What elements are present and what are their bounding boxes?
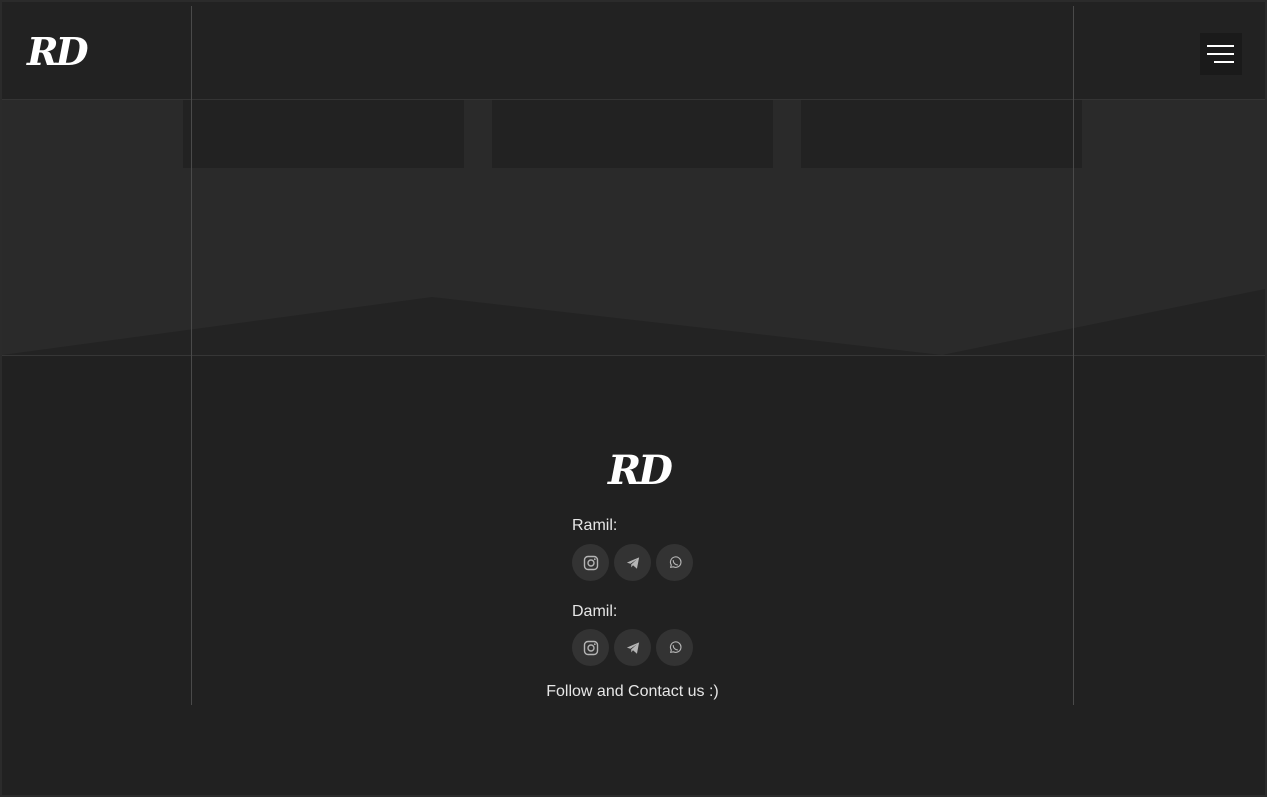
hero-card-1[interactable] — [183, 100, 464, 168]
damil-whatsapp-button[interactable] — [656, 629, 693, 666]
hero-card-2[interactable] — [492, 100, 773, 168]
footer-logo: RD — [608, 447, 673, 494]
telegram-icon — [626, 556, 639, 569]
contact-name-ramil: Ramil: — [572, 517, 618, 534]
site-logo[interactable]: RD — [27, 33, 89, 71]
contact-name-damil: Damil: — [572, 603, 618, 620]
telegram-icon — [626, 641, 639, 654]
ramil-instagram-button[interactable] — [572, 544, 609, 581]
guide-line-right — [1073, 6, 1074, 705]
instagram-icon — [583, 555, 598, 570]
damil-telegram-button[interactable] — [614, 629, 651, 666]
footer-tagline: Follow and Contact us :) — [546, 683, 719, 700]
instagram-icon — [583, 640, 598, 655]
ramil-telegram-button[interactable] — [614, 544, 651, 581]
social-links-damil — [572, 629, 693, 666]
menu-button[interactable] — [1200, 33, 1242, 75]
social-links-ramil — [572, 544, 693, 581]
ramil-whatsapp-button[interactable] — [656, 544, 693, 581]
damil-instagram-button[interactable] — [572, 629, 609, 666]
whatsapp-icon — [669, 555, 681, 568]
whatsapp-icon — [669, 640, 681, 653]
hero-card-3[interactable] — [801, 100, 1082, 168]
guide-line-left — [191, 6, 192, 705]
